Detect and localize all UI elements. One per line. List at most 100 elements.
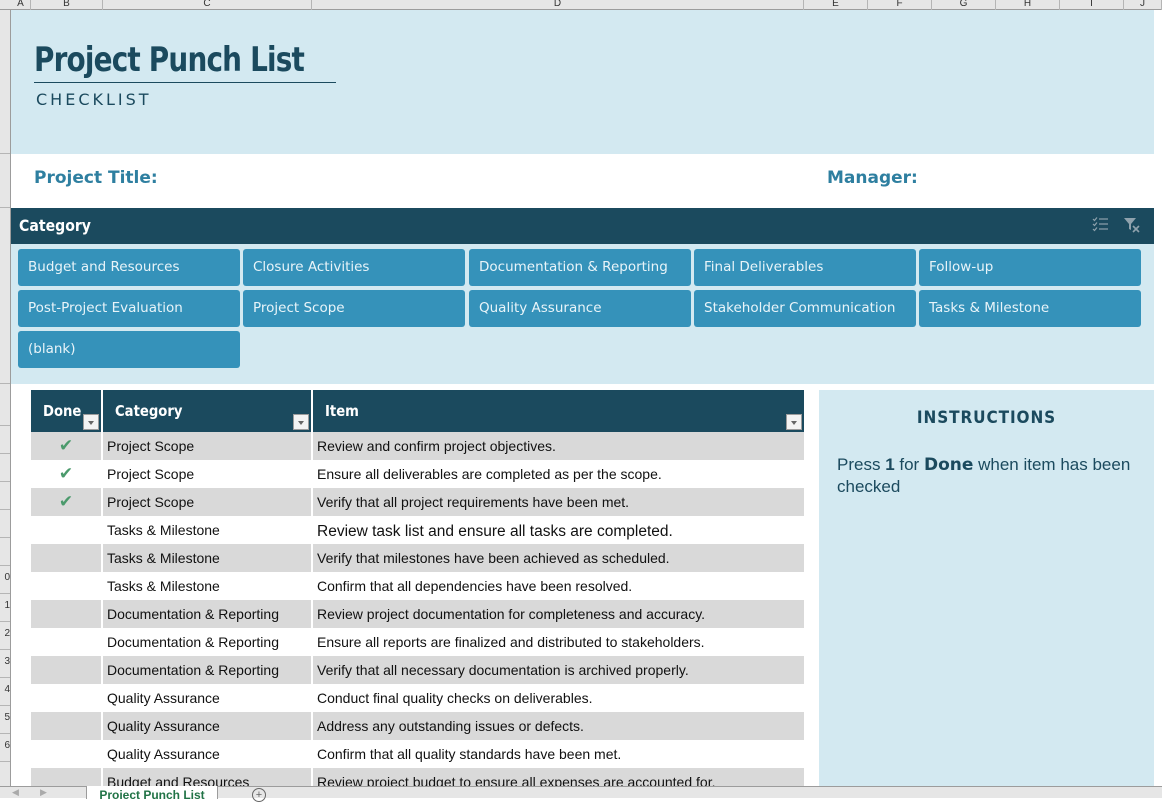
item-cell[interactable]: Review project documentation for complet…	[313, 600, 804, 628]
item-cell[interactable]: Confirm that all quality standards have …	[313, 740, 804, 768]
category-cell[interactable]: Tasks & Milestone	[103, 572, 311, 600]
sheet-tab-project-punch-list[interactable]: Project Punch List	[86, 786, 218, 799]
row-header[interactable]	[0, 208, 10, 384]
slicer-item-project-scope[interactable]: Project Scope	[243, 290, 465, 327]
row-header[interactable]: 3	[0, 650, 10, 678]
done-cell[interactable]	[31, 572, 101, 600]
item-cell[interactable]: Review and confirm project objectives.	[313, 432, 804, 460]
row-header[interactable]	[0, 538, 10, 566]
done-cell[interactable]	[31, 740, 101, 768]
clear-filter-icon[interactable]	[1122, 216, 1142, 236]
row-header[interactable]	[0, 510, 10, 538]
item-cell[interactable]: Ensure all reports are finalized and dis…	[313, 628, 804, 656]
category-cell[interactable]: Documentation & Reporting	[103, 628, 311, 656]
row-header[interactable]	[0, 384, 10, 426]
checkmark-icon: ✔	[58, 464, 74, 483]
item-cell[interactable]: Confirm that all dependencies have been …	[313, 572, 804, 600]
column-header-category: Category	[103, 390, 311, 432]
slicer-item-documentation-reporting[interactable]: Documentation & Reporting	[469, 249, 691, 286]
table-row: Documentation & Reporting Review project …	[31, 600, 804, 628]
checkmark-icon: ✔	[58, 436, 74, 455]
slicer-item-budget-and-resources[interactable]: Budget and Resources	[18, 249, 240, 286]
column-header-d[interactable]: D	[312, 0, 804, 10]
item-cell[interactable]: Verify that all necessary documentation …	[313, 656, 804, 684]
done-cell[interactable]	[31, 516, 101, 544]
column-header-j[interactable]: J	[1124, 0, 1162, 10]
row-header[interactable]	[0, 482, 10, 510]
item-cell[interactable]: Address any outstanding issues or defect…	[313, 712, 804, 740]
item-cell[interactable]: Conduct final quality checks on delivera…	[313, 684, 804, 712]
column-header-f[interactable]: F	[868, 0, 932, 10]
category-cell[interactable]: Documentation & Reporting	[103, 656, 311, 684]
item-cell[interactable]: Verify that all project requirements hav…	[313, 488, 804, 516]
row-header[interactable]: 1	[0, 594, 10, 622]
row-header[interactable]: 4	[0, 678, 10, 706]
category-cell[interactable]: Project Scope	[103, 432, 311, 460]
done-cell[interactable]	[31, 600, 101, 628]
scroll-sheets-left-icon[interactable]: ◀	[12, 787, 19, 798]
row-header[interactable]: 6	[0, 734, 10, 762]
done-cell[interactable]	[31, 712, 101, 740]
done-cell[interactable]	[31, 544, 101, 572]
category-cell[interactable]: Tasks & Milestone	[103, 516, 311, 544]
item-cell[interactable]: Ensure all deliverables are completed as…	[313, 460, 804, 488]
multi-select-icon[interactable]	[1091, 216, 1111, 236]
slicer-item-blank[interactable]: (blank)	[18, 331, 240, 368]
category-slicer: Category Budget and Resources Closure Ac…	[11, 208, 1154, 384]
item-cell[interactable]: Verify that milestones have been achieve…	[313, 544, 804, 572]
table-row: ✔ Project Scope Verify that all project re…	[31, 488, 804, 516]
scroll-sheets-right-icon[interactable]: ▶	[40, 787, 47, 798]
item-cell[interactable]: Review task list and ensure all tasks ar…	[313, 516, 804, 544]
slicer-item-tasks-milestone[interactable]: Tasks & Milestone	[919, 290, 1141, 327]
instructions-done-word: Done	[923, 455, 974, 475]
column-header-c[interactable]: C	[103, 0, 312, 10]
row-header[interactable]: 2	[0, 622, 10, 650]
item-filter-dropdown[interactable]	[786, 414, 802, 430]
page-subtitle: CHECKLIST	[36, 90, 152, 109]
manager-cell[interactable]	[916, 168, 1146, 192]
row-header[interactable]	[0, 10, 10, 154]
category-cell[interactable]: Quality Assurance	[103, 740, 311, 768]
slicer-title: Category	[19, 216, 91, 235]
slicer-item-follow-up[interactable]: Follow-up	[919, 249, 1141, 286]
row-header[interactable]: 5	[0, 706, 10, 734]
row-header[interactable]	[0, 154, 10, 208]
done-cell[interactable]: ✔	[31, 460, 101, 488]
category-cell[interactable]: Quality Assurance	[103, 684, 311, 712]
slicer-item-stakeholder-communication[interactable]: Stakeholder Communication	[694, 290, 916, 327]
column-header-e[interactable]: E	[804, 0, 868, 10]
column-header-h[interactable]: H	[996, 0, 1060, 10]
add-sheet-icon[interactable]: +	[252, 788, 266, 802]
row-header[interactable]: 0	[0, 566, 10, 594]
slicer-item-quality-assurance[interactable]: Quality Assurance	[469, 290, 691, 327]
project-info-row: Project Title: Manager:	[11, 154, 1154, 208]
done-cell[interactable]	[31, 656, 101, 684]
done-cell[interactable]: ✔	[31, 488, 101, 516]
column-header-i[interactable]: I	[1060, 0, 1124, 10]
slicer-item-closure-activities[interactable]: Closure Activities	[243, 249, 465, 286]
page-title: Project Punch List	[34, 40, 305, 80]
category-cell[interactable]: Quality Assurance	[103, 712, 311, 740]
slicer-item-post-project-evaluation[interactable]: Post-Project Evaluation	[18, 290, 240, 327]
done-cell[interactable]: ✔	[31, 432, 101, 460]
row-headers: 0 1 2 3 4 5 6	[0, 10, 11, 786]
title-underline	[34, 82, 336, 83]
category-cell[interactable]: Project Scope	[103, 488, 311, 516]
project-title-cell[interactable]	[161, 168, 761, 192]
slicer-item-final-deliverables[interactable]: Final Deliverables	[694, 249, 916, 286]
row-header[interactable]	[0, 454, 10, 482]
category-filter-dropdown[interactable]	[293, 414, 309, 430]
done-cell[interactable]	[31, 628, 101, 656]
done-filter-dropdown[interactable]	[83, 414, 99, 430]
category-cell[interactable]: Tasks & Milestone	[103, 544, 311, 572]
column-header-g[interactable]: G	[932, 0, 996, 10]
column-header-a[interactable]: A	[11, 0, 31, 10]
done-cell[interactable]	[31, 684, 101, 712]
table-row: Quality Assurance Confirm that all qualit…	[31, 740, 804, 768]
sheet-right-margin	[1154, 10, 1162, 786]
column-header-b[interactable]: B	[31, 0, 103, 10]
row-header[interactable]	[0, 426, 10, 454]
category-cell[interactable]: Project Scope	[103, 460, 311, 488]
column-header-item: Item	[313, 390, 804, 432]
category-cell[interactable]: Documentation & Reporting	[103, 600, 311, 628]
